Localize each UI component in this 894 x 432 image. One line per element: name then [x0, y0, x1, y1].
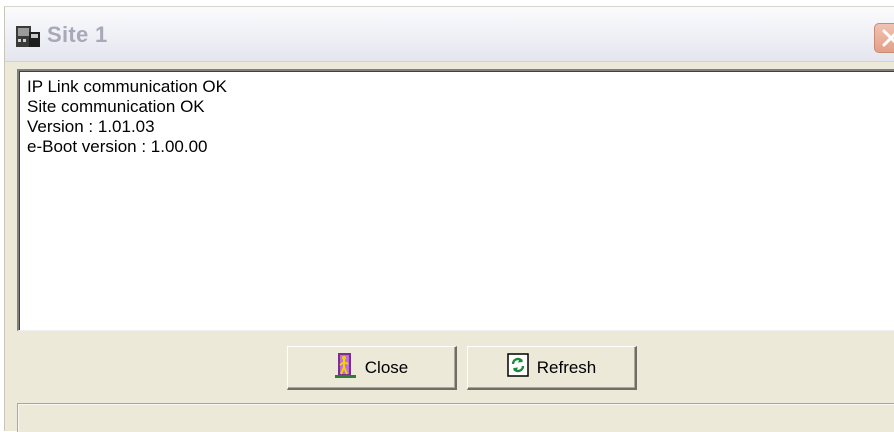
refresh-button[interactable]: Refresh	[467, 346, 637, 390]
exit-door-icon	[334, 352, 357, 383]
refresh-button-label: Refresh	[536, 357, 597, 377]
close-button[interactable]: Close	[287, 346, 457, 390]
window-title: Site 1	[47, 22, 108, 47]
refresh-icon	[506, 353, 529, 382]
site-app-icon	[15, 23, 41, 49]
close-button-label: Close	[364, 357, 409, 377]
window-close-button[interactable]	[874, 23, 894, 53]
log-line: Site communication OK	[27, 97, 205, 116]
log-line: IP Link communication OK	[27, 77, 227, 96]
status-bar	[17, 403, 894, 432]
title-bar[interactable]: Site 1	[5, 7, 894, 62]
site-dialog-window: Site 1 IP Link communication OK Site com…	[4, 6, 894, 432]
status-log-textbox[interactable]: IP Link communication OK Site communicat…	[17, 69, 894, 331]
log-line: Version : 1.01.03	[27, 117, 155, 136]
log-line: e-Boot version : 1.00.00	[27, 137, 208, 156]
